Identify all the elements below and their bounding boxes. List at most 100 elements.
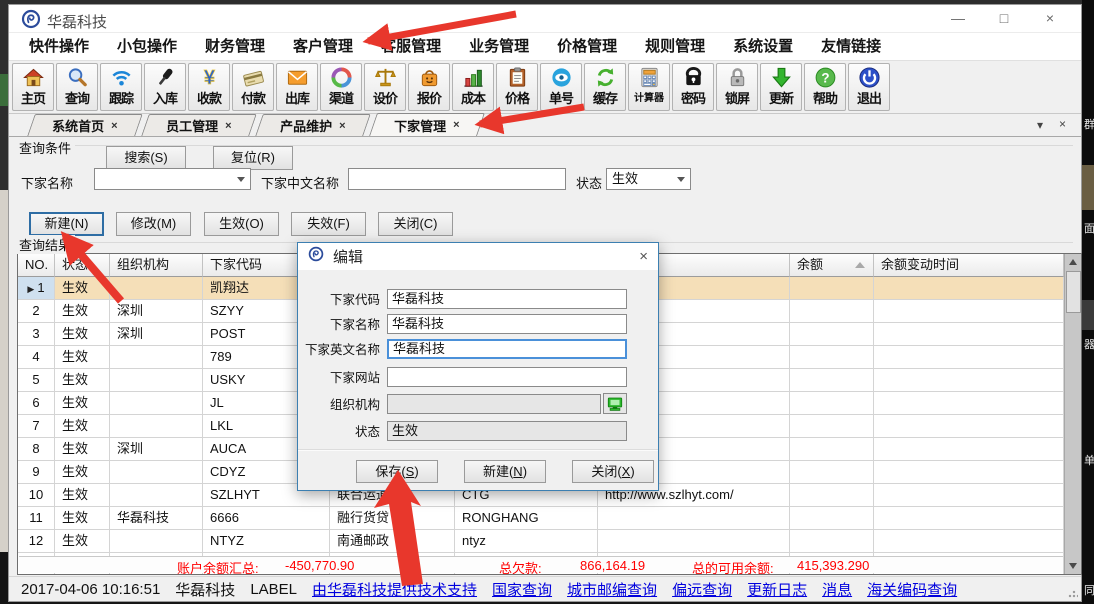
column-header-NO.[interactable]: NO. (18, 254, 55, 277)
barcode-scanner-icon (154, 64, 177, 90)
toolbar-button-query[interactable]: 查询 (56, 63, 98, 111)
toolbar-button-collect[interactable]: ¥收款 (188, 63, 230, 111)
tab-home[interactable]: 系统首页× (27, 114, 143, 136)
toolbar-button-price[interactable]: 价格 (496, 63, 538, 111)
dialog-save-button[interactable]: 保存(S) (356, 460, 438, 483)
table-row[interactable]: 11生效华磊科技6666融行货贷RONGHANG (18, 507, 1064, 530)
tab-close-icon[interactable]: × (453, 119, 459, 131)
toolbar-button-track[interactable]: 跟踪 (100, 63, 142, 111)
table-cell: 生效 (55, 277, 110, 300)
status-label: 状态 (304, 421, 380, 440)
modify-button[interactable]: 修改(M) (116, 212, 191, 236)
toolbar-button-update[interactable]: 更新 (760, 63, 802, 111)
table-cell (790, 392, 874, 415)
toolbar: 主页查询跟踪入库¥收款付款出库渠道设价报价成本价格单号缓存计算器密码锁屏更新?帮… (9, 61, 1081, 114)
toolbar-button-label: 报价 (417, 90, 441, 108)
new-button[interactable]: 新建(N) (29, 212, 104, 236)
menu-item-finance-mgmt[interactable]: 财务管理 (191, 33, 279, 60)
downstream-website-input[interactable] (387, 367, 627, 387)
toolbar-button-label: 付款 (241, 90, 265, 108)
dialog-new-button[interactable]: 新建(N) (464, 460, 546, 483)
tab-employee-mgmt[interactable]: 员工管理× (141, 114, 257, 136)
tab-downstream-mgmt[interactable]: 下家管理× (369, 113, 485, 136)
column-header-余额[interactable]: 余额 (790, 254, 874, 277)
toolbar-button-channel[interactable]: 渠道 (320, 63, 362, 111)
status-link-messages[interactable]: 消息 (822, 579, 852, 600)
downstream-code-input[interactable]: 华磊科技 (387, 289, 627, 309)
toolbar-button-quote[interactable]: 报价 (408, 63, 450, 111)
dialog-close-button[interactable]: 关闭(X) (572, 460, 654, 483)
toolbar-button-cost[interactable]: 成本 (452, 63, 494, 111)
table-cell (110, 369, 203, 392)
tab-close-icon[interactable]: × (1059, 117, 1066, 131)
toolbar-button-label: 计算器 (634, 90, 664, 108)
activate-button[interactable]: 生效(O) (204, 212, 279, 236)
table-cell: 生效 (55, 530, 110, 553)
status-link-customs-code-query[interactable]: 海关编码查询 (867, 579, 957, 600)
toolbar-button-cache[interactable]: 缓存 (584, 63, 626, 111)
toolbar-button-lock-screen[interactable]: 锁屏 (716, 63, 758, 111)
table-cell (874, 346, 1064, 369)
minimize-button[interactable]: — (935, 5, 981, 33)
status-link-city-zip-query[interactable]: 城市邮编查询 (567, 579, 657, 600)
toolbar-button-pay[interactable]: 付款 (232, 63, 274, 111)
scroll-down-icon[interactable] (1065, 558, 1082, 574)
scrollbar-thumb[interactable] (1066, 271, 1081, 313)
column-header-状态[interactable]: 状态 (55, 254, 110, 277)
toolbar-button-password[interactable]: 密码 (672, 63, 714, 111)
status-company: 华磊科技 (175, 579, 235, 600)
deactivate-button[interactable]: 失效(F) (291, 212, 366, 236)
status-input[interactable]: 生效 (387, 421, 627, 441)
toolbar-button-home[interactable]: 主页 (12, 63, 54, 111)
close-button[interactable]: 关闭(C) (378, 212, 453, 236)
tab-close-icon[interactable]: × (111, 120, 117, 132)
toolbar-button-inbound[interactable]: 入库 (144, 63, 186, 111)
scroll-up-icon[interactable] (1065, 254, 1082, 270)
vertical-scrollbar[interactable] (1064, 254, 1081, 574)
table-cell (874, 300, 1064, 323)
org-picker-button[interactable] (603, 393, 627, 414)
table-cell (598, 530, 790, 553)
maximize-button[interactable]: □ (981, 5, 1027, 33)
menu-item-business-mgmt[interactable]: 业务管理 (455, 33, 543, 60)
search-button[interactable]: 搜索(S) (106, 146, 186, 170)
tab-close-icon[interactable]: × (339, 120, 345, 132)
menu-item-price-mgmt[interactable]: 价格管理 (543, 33, 631, 60)
downstream-en-name-input[interactable]: 华磊科技 (387, 339, 627, 359)
menu-item-rules-mgmt[interactable]: 规则管理 (631, 33, 719, 60)
desktop-icon-label-fragment: 面 (1084, 220, 1094, 236)
toolbar-button-exit[interactable]: 退出 (848, 63, 890, 111)
toolbar-button-tracking-no[interactable]: 单号 (540, 63, 582, 111)
downstream-cn-name-input[interactable] (348, 168, 566, 190)
resize-grip[interactable] (1068, 588, 1078, 598)
menu-item-system-settings[interactable]: 系统设置 (719, 33, 807, 60)
menu-item-customer-mgmt[interactable]: 客户管理 (279, 33, 367, 60)
status-link-tech-support[interactable]: 由华磊科技提供技术支持 (312, 579, 477, 600)
status-links: 由华磊科技提供技术支持国家查询城市邮编查询偏远查询更新日志消息海关编码查询 (312, 579, 957, 600)
reset-button[interactable]: 复位(R) (213, 146, 293, 170)
dialog-title-bar[interactable]: 编辑 × (298, 243, 658, 270)
status-link-changelog[interactable]: 更新日志 (747, 579, 807, 600)
status-link-remote-area-query[interactable]: 偏远查询 (672, 579, 732, 600)
toolbar-button-calculator[interactable]: 计算器 (628, 63, 670, 111)
tab-close-icon[interactable]: × (225, 120, 231, 132)
column-header-余额变动时间[interactable]: 余额变动时间 (874, 254, 1064, 277)
table-row[interactable]: 12生效NTYZ南通邮政ntyz (18, 530, 1064, 553)
status-link-country-query[interactable]: 国家查询 (492, 579, 552, 600)
status-filter-combobox[interactable]: 生效 (606, 168, 691, 190)
tab-list-dropdown-icon[interactable]: ▾ (1037, 118, 1043, 132)
toolbar-button-outbound[interactable]: 出库 (276, 63, 318, 111)
tab-product-maintenance[interactable]: 产品维护× (255, 114, 371, 136)
downstream-name-input[interactable]: 华磊科技 (387, 314, 627, 334)
toolbar-button-set-price[interactable]: 设价 (364, 63, 406, 111)
menu-item-service-mgmt[interactable]: 客服管理 (367, 33, 455, 60)
organization-input[interactable] (387, 394, 601, 414)
column-header-组织机构[interactable]: 组织机构 (110, 254, 203, 277)
menu-item-friend-links[interactable]: 友情链接 (807, 33, 895, 60)
dialog-close-icon[interactable]: × (639, 248, 648, 265)
downstream-name-combobox[interactable] (94, 168, 251, 190)
close-button[interactable]: × (1027, 5, 1073, 33)
menu-item-parcel-ops[interactable]: 小包操作 (103, 33, 191, 60)
toolbar-button-help[interactable]: ?帮助 (804, 63, 846, 111)
menu-item-express-ops[interactable]: 快件操作 (15, 33, 103, 60)
